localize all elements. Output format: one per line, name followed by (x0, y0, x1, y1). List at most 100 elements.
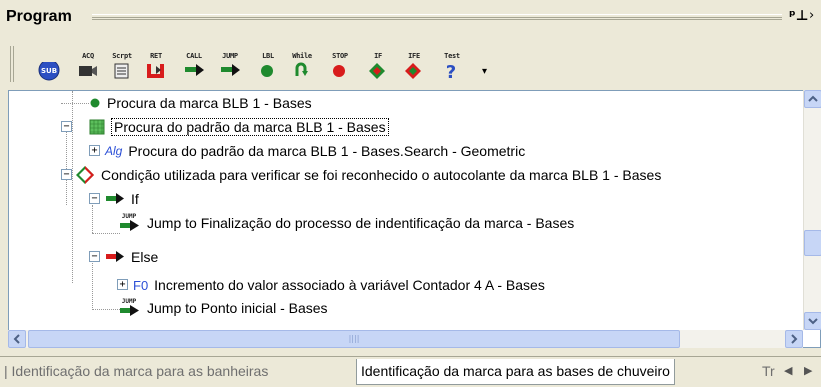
horizontal-scroll-thumb[interactable]: |||| (28, 330, 680, 348)
ife-button[interactable]: IFE (400, 48, 428, 88)
jump-label: JUMP (222, 52, 238, 60)
tree-connector (92, 309, 120, 310)
ife-diamond-icon (405, 63, 421, 79)
tree-connector (92, 233, 120, 234)
tree-connector (92, 205, 93, 233)
scroll-down-button[interactable] (804, 312, 821, 330)
tree-node[interactable]: If (105, 187, 139, 211)
while-button[interactable]: While (288, 48, 316, 88)
collapse-toggle[interactable]: − (61, 169, 72, 180)
tree-node-label: Condição utilizada para verificar se foi… (101, 167, 662, 183)
dropdown-arrow-icon[interactable]: ▾ (482, 66, 487, 77)
stop-label: STOP (332, 52, 348, 60)
tab-banheiras[interactable]: | Identificação da marca para as banheir… (0, 359, 272, 385)
tree-connector (72, 91, 73, 283)
chevron-down-icon (808, 318, 818, 325)
expand-toggle[interactable]: + (117, 279, 128, 290)
script-button[interactable]: Scrpt (108, 48, 136, 88)
tab-scroll-right-icon[interactable]: ▶ (804, 364, 812, 377)
collapse-toggle[interactable]: − (89, 193, 100, 204)
scroll-up-button[interactable] (804, 90, 821, 108)
acq-button[interactable]: ACQ (74, 48, 102, 88)
if-diamond-icon (369, 63, 385, 79)
tree-node-label: Procura do padrão da marca BLB 1 - Bases (111, 118, 389, 136)
if-arrow-icon (106, 193, 124, 204)
tree-node[interactable]: JUMP Jump to Finalização do processo de … (119, 211, 574, 235)
sub-icon-label: SUB (41, 67, 57, 75)
tab-scroll-left-icon[interactable]: ◀ (784, 364, 792, 377)
vertical-scroll-thumb[interactable] (804, 230, 821, 256)
tree-node-label: Procura do padrão da marca BLB 1 - Bases… (128, 143, 526, 159)
call-label: CALL (186, 52, 202, 60)
panel-title: Program (6, 8, 72, 25)
return-icon (147, 64, 164, 78)
chevron-left-icon (13, 334, 20, 344)
ret-label: RET (150, 52, 162, 60)
stop-icon (333, 65, 345, 77)
ife-label: IFE (408, 52, 420, 60)
algorithm-icon: Alg (105, 144, 123, 158)
label-dot-icon (261, 65, 273, 77)
chevron-right-icon[interactable]: › (809, 8, 814, 23)
horizontal-scrollbar[interactable]: |||| (8, 330, 803, 348)
program-tree: Procura da marca BLB 1 - Bases − Procura… (8, 90, 821, 348)
pin-icon[interactable]: ᵖ⊥ (789, 8, 809, 24)
call-button[interactable]: CALL (180, 48, 208, 88)
lbl-label: LBL (262, 52, 274, 60)
tree-node[interactable]: Condição utilizada para verificar se foi… (75, 163, 661, 187)
titlebar-grip[interactable] (92, 14, 782, 20)
stop-button[interactable]: STOP (326, 48, 354, 88)
chevron-right-icon (791, 334, 798, 344)
label-dot-icon (90, 98, 100, 108)
tree-node-label: Jump to Finalização do processo de inden… (147, 215, 575, 231)
tree-connector (61, 103, 89, 104)
acq-label: ACQ (82, 52, 94, 60)
scroll-left-button[interactable] (8, 330, 26, 348)
tree-connector (92, 254, 93, 310)
panel-titlebar: Program ᵖ⊥ › (0, 0, 821, 34)
ret-button[interactable]: RET (142, 48, 170, 88)
collapse-toggle[interactable]: − (61, 121, 72, 132)
chevron-up-icon (808, 95, 818, 102)
jump-badge: JUMP (122, 298, 137, 305)
tree-node-selected[interactable]: Procura do padrão da marca BLB 1 - Bases (89, 115, 389, 139)
if-else-diamond-icon (76, 166, 94, 184)
tree-node[interactable]: F0 Incremento do valor associado à variá… (133, 273, 545, 297)
toolbar-grip[interactable] (10, 46, 14, 82)
vertical-scrollbar[interactable] (803, 90, 821, 330)
expand-toggle[interactable]: + (89, 145, 100, 156)
script-icon (114, 63, 129, 79)
sub-button[interactable]: SUB (34, 48, 62, 88)
script-label: Scrpt (112, 52, 132, 60)
tree-node-label: Jump to Ponto inicial - Bases (147, 300, 328, 316)
tree-node[interactable]: Alg Procura do padrão da marca BLB 1 - B… (105, 139, 525, 163)
tree-node-label: Incremento do valor associado à variável… (154, 277, 545, 293)
while-label: While (292, 52, 312, 60)
jump-icon: JUMP (120, 298, 139, 316)
jump-button[interactable]: JUMP (216, 48, 244, 88)
jump-badge: JUMP (122, 213, 137, 220)
lbl-button[interactable]: LBL (254, 48, 282, 88)
tab-bases-chuveiro[interactable]: Identificação da marca para as bases de … (356, 359, 675, 385)
sub-icon: SUB (38, 62, 60, 81)
test-button[interactable]: Test ? (438, 48, 466, 88)
jump-icon: JUMP (120, 213, 139, 231)
tree-node[interactable]: Else (105, 245, 158, 269)
if-button[interactable]: IF (364, 48, 392, 88)
tree-node-label: Procura da marca BLB 1 - Bases (107, 95, 312, 111)
camera-icon (79, 66, 97, 76)
tree-node-label: If (131, 191, 139, 207)
tree-node-label: Else (131, 249, 159, 265)
jump-arrow-icon (221, 64, 240, 76)
scroll-right-button[interactable] (785, 330, 803, 348)
program-toolbar: SUB ACQ Scrpt RET CALL JUMP LBL While ST… (0, 34, 821, 90)
tab-truncated[interactable]: Tr (758, 359, 779, 385)
document-tabs: | Identificação da marca para as banheir… (0, 356, 821, 387)
collapse-toggle[interactable]: − (89, 251, 100, 262)
while-loop-icon (295, 62, 308, 76)
tree-connector (66, 127, 67, 205)
pattern-icon (89, 119, 105, 135)
tree-node[interactable]: Procura da marca BLB 1 - Bases (89, 91, 312, 115)
tree-node[interactable]: JUMP Jump to Ponto inicial - Bases (119, 296, 328, 320)
if-label: IF (374, 52, 382, 60)
